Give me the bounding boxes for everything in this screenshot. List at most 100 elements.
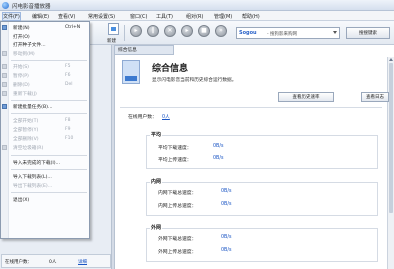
toolbar-separator [124, 25, 125, 41]
online-users-link[interactable]: 0人 [162, 113, 170, 120]
menu-item-label: 打开(O) [13, 35, 30, 40]
section-title-internet: 外网 [150, 224, 163, 231]
batch-icon [2, 104, 7, 109]
online-status-bar: 在线用户数： 0人 详细 [1, 254, 111, 268]
trash-icon [2, 145, 7, 150]
menu-item-pause-all[interactable]: 全部暂停(Y) F9 [1, 126, 89, 134]
divider [120, 107, 382, 108]
chevron-down-icon[interactable] [333, 31, 337, 34]
status-detail-link[interactable]: 详细 [78, 259, 87, 265]
menu-item-open[interactable]: 打开(O) [1, 33, 89, 41]
play-icon: ▸ [134, 27, 138, 34]
page-description: 显示闪电影音当前和历史综合运行数据。 [152, 78, 237, 83]
menu-item-label: 打开种子文件... [13, 43, 46, 48]
menu-separator [11, 169, 87, 170]
avg-upload-value: 0B/s [213, 156, 224, 161]
scroll-thumb[interactable] [389, 63, 393, 213]
wan-download-label: 外网下载总速度： [158, 237, 197, 242]
tab-overview[interactable]: 综合信息 [114, 45, 174, 55]
menu-view[interactable]: 查看(V) [58, 13, 75, 20]
move-icon [2, 51, 7, 56]
lan-download-value: 0B/s [221, 189, 232, 194]
menu-item-label: 退出(X) [13, 198, 30, 203]
menu-edit[interactable]: 编辑(E) [32, 13, 49, 20]
stop-button[interactable]: ■ [198, 25, 210, 37]
menu-item-import-unfinished[interactable]: 导入未完成的下载(I)... [1, 159, 89, 167]
menu-item-start[interactable]: 开始(S) F5 [1, 63, 89, 71]
wan-upload-label: 外网上传总速度： [158, 250, 197, 255]
menu-item-shortcut: F5 [65, 64, 71, 69]
menu-window[interactable]: 窗口(C) [130, 13, 147, 20]
menu-item-label: 重新下载(J) [13, 92, 37, 97]
start-button[interactable]: ▸ [181, 25, 193, 37]
section-internet [146, 228, 378, 262]
menu-item-label: 开始(S) [13, 65, 30, 70]
wan-download-value: 0B/s [221, 235, 232, 240]
new-doc-icon [108, 23, 119, 35]
delete-button[interactable]: ✕ [164, 25, 176, 37]
menu-item-empty-trash[interactable]: 清空垃圾箱(R) [1, 144, 89, 152]
search-button[interactable]: 搜搜键索 [346, 27, 390, 39]
next-button[interactable]: » [215, 25, 227, 37]
search-input[interactable]: Sogou - 搜狗影来购网 [236, 27, 340, 39]
status-label: 在线用户数： [5, 260, 32, 265]
menu-item-shortcut: Ctrl+N [65, 25, 81, 30]
menu-item-shortcut: F6 [65, 73, 71, 78]
redownload-icon [2, 91, 7, 96]
window-title: 闪电影音播放器 [12, 4, 51, 10]
menu-tools[interactable]: 工具(T) [156, 13, 173, 20]
menu-item-shortcut: F8 [65, 118, 71, 123]
stop-icon: ■ [201, 27, 207, 34]
page-title: 综合信息 [152, 64, 189, 74]
menu-file[interactable]: 文件(F) [2, 12, 21, 21]
section-title-average: 平均 [150, 131, 163, 138]
menu-item-label: 全部删除(V) [13, 137, 39, 142]
menu-item-import-list[interactable]: 导入下载列表(L)... [1, 173, 89, 181]
section-average [146, 135, 378, 169]
menu-item-exit[interactable]: 退出(X) [1, 196, 89, 204]
menu-item-label: 导入未完成的下载(I)... [13, 161, 61, 166]
lan-upload-label: 内网上传总速度： [158, 204, 197, 209]
menu-item-redownload[interactable]: 重新下载(J) [1, 90, 89, 98]
menu-item-move-to[interactable]: 移动到(M) [1, 50, 89, 58]
menu-item-new[interactable]: 新建(N) Ctrl+N [1, 24, 89, 32]
pause-icon [2, 73, 7, 78]
menu-item-label: 清空垃圾箱(R) [13, 146, 44, 151]
forward-icon: » [219, 27, 223, 34]
menu-separator [11, 60, 87, 61]
search-value: - 搜狗影来购网 [267, 31, 298, 37]
status-count: 0人 [49, 260, 57, 265]
menu-item-delete-all[interactable]: 全部删除(V) F10 [1, 135, 89, 143]
app-icon [2, 2, 9, 9]
new-task-button[interactable]: 新建 [106, 23, 122, 44]
menu-group[interactable]: 组对(R) [186, 13, 203, 20]
menu-separator [11, 192, 87, 193]
scrollbar[interactable] [387, 57, 394, 269]
menu-item-export-list[interactable]: 导出下载列表(E)... [1, 182, 89, 190]
menu-item-pause[interactable]: 暂停(P) F6 [1, 72, 89, 80]
avg-upload-label: 平均上传速度： [158, 158, 192, 163]
menu-settings[interactable]: 常用设置(S) [88, 13, 115, 20]
scroll-up-icon[interactable] [389, 58, 393, 61]
delete-icon [2, 82, 7, 87]
menu-bar: 文件(F) 编辑(E) 查看(V) 常用设置(S) 窗口(C) 工具(T) 组对… [0, 11, 394, 21]
menu-help[interactable]: 帮助(H) [242, 13, 260, 20]
history-rate-button[interactable]: 查看历史速率 [278, 92, 334, 102]
menu-item-label: 暂停(P) [13, 74, 29, 79]
file-menu-dropdown: 新建(N) Ctrl+N 打开(O) 打开种子文件... 移动到(M) 开始(S… [0, 21, 90, 239]
pause-button[interactable]: ‖ [147, 25, 159, 37]
menu-item-label: 导出下载列表(E)... [13, 184, 53, 189]
menu-item-label: 新建批量任务(B)... [13, 105, 53, 110]
menu-item-batch-task[interactable]: 新建批量任务(B)... [1, 103, 89, 111]
menu-item-delete[interactable]: 删除(D) Del [1, 81, 89, 89]
menu-separator [11, 113, 87, 114]
search-engine-logo: Sogou [239, 30, 257, 36]
menu-manage[interactable]: 管理(M) [214, 13, 232, 20]
lan-upload-value: 0B/s [221, 202, 232, 207]
menu-item-open-torrent[interactable]: 打开种子文件... [1, 41, 89, 49]
menu-separator [11, 155, 87, 156]
menu-item-start-all[interactable]: 全部开始(T) F8 [1, 117, 89, 125]
menu-item-label: 移动到(M) [13, 52, 35, 57]
back-button[interactable]: ▸ [130, 25, 142, 37]
view-log-button[interactable]: 查看日志 [361, 92, 389, 102]
